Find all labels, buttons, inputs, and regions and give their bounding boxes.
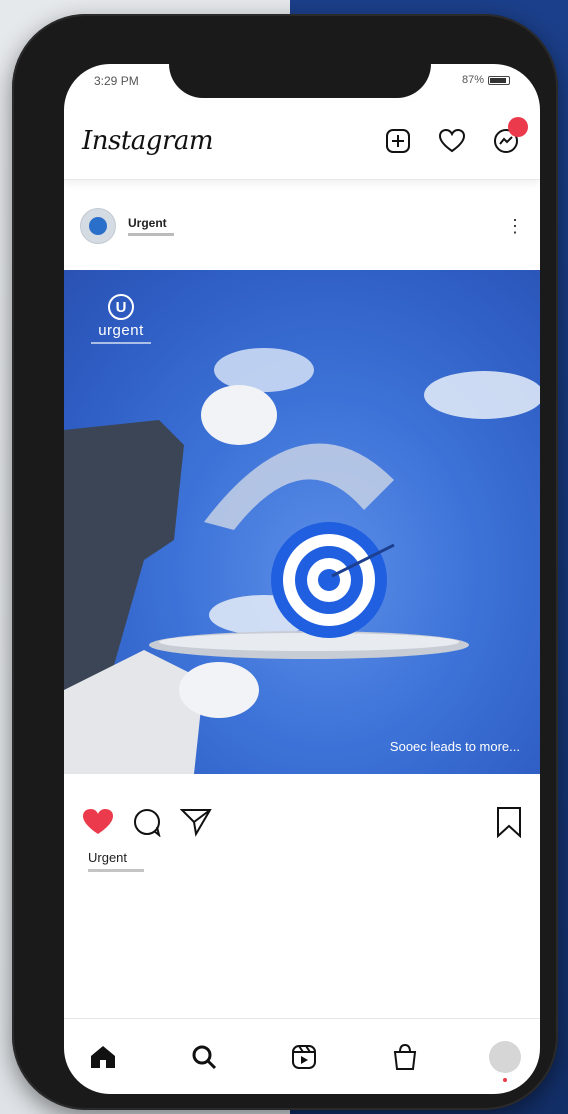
more-options-icon[interactable]: ⋮: [506, 217, 524, 235]
battery-icon: [488, 75, 510, 85]
brand-logo: U urgent: [86, 294, 156, 344]
new-post-icon[interactable]: [382, 125, 414, 157]
liked-by-name[interactable]: Urgent: [88, 850, 144, 865]
profile-picture: [489, 1040, 521, 1073]
phone-screen: 3:29 PM 87% Instagram Urgent ⋮ U urgent …: [64, 64, 540, 1094]
shop-icon[interactable]: [388, 1040, 422, 1074]
share-icon[interactable]: [179, 807, 212, 842]
like-heart-icon[interactable]: [82, 808, 114, 841]
post-image[interactable]: U urgent Sooec leads to more...: [64, 270, 540, 774]
phone-frame: 3:29 PM 87% Instagram Urgent ⋮ U urgent …: [12, 14, 558, 1110]
post-username[interactable]: Urgent: [128, 216, 174, 230]
bookmark-icon[interactable]: [496, 806, 522, 843]
heart-icon[interactable]: [436, 125, 468, 157]
header-actions: [382, 116, 528, 157]
brand-mark: U: [108, 294, 134, 320]
post-header: Urgent ⋮: [64, 194, 540, 258]
post-actions: [64, 802, 540, 846]
post-user-info: Urgent: [128, 216, 174, 236]
notification-badge: [508, 116, 528, 137]
search-icon[interactable]: [187, 1040, 221, 1074]
app-header: Instagram: [64, 102, 540, 180]
image-caption: Sooec leads to more...: [389, 739, 520, 754]
messenger-icon[interactable]: [490, 116, 528, 157]
post-likes: Urgent: [88, 850, 144, 872]
post-user-subtitle: [128, 233, 174, 236]
post-actions-left: [82, 807, 212, 842]
liked-by-subtitle: [88, 869, 144, 872]
reels-icon[interactable]: [287, 1040, 321, 1074]
phone-notch: [169, 28, 431, 98]
status-time: 3:29 PM: [94, 74, 139, 88]
status-battery: 87%: [462, 74, 510, 86]
comment-icon[interactable]: [132, 807, 162, 842]
app-logo[interactable]: Instagram: [82, 126, 214, 156]
brand-tagline: [91, 342, 151, 344]
profile-avatar[interactable]: [488, 1040, 522, 1082]
battery-percent: 87%: [461, 74, 484, 86]
bottom-nav: [64, 1018, 540, 1094]
post-artwork: [64, 348, 540, 774]
post-avatar[interactable]: [80, 208, 116, 244]
profile-notification-dot: [503, 1077, 507, 1082]
home-icon[interactable]: [86, 1040, 120, 1074]
brand-word: urgent: [98, 322, 144, 339]
